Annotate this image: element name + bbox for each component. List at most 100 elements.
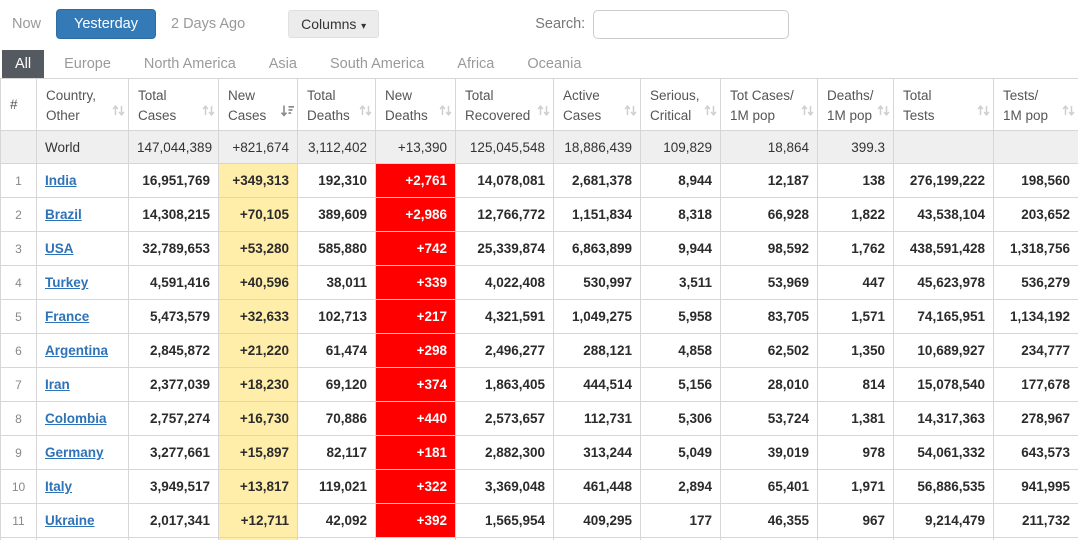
value-cell: 2,017,341 bbox=[128, 503, 219, 538]
value-cell: 2,757,274 bbox=[128, 401, 219, 436]
table-row: 5 France 5,473,579 +32,633 102,713 +217 4,321,… bbox=[0, 299, 1078, 334]
sort-toggle-icon bbox=[877, 103, 890, 123]
value-cell: 70,886 bbox=[297, 401, 376, 436]
country-link[interactable]: Argentina bbox=[45, 343, 108, 358]
country-cell: Iran bbox=[36, 367, 129, 402]
value-cell: +349,313 bbox=[218, 163, 298, 198]
country-cell: Italy bbox=[36, 469, 129, 504]
search-label: Search: bbox=[535, 16, 586, 32]
country-cell: Argentina bbox=[36, 333, 129, 368]
now-button[interactable]: Now bbox=[2, 10, 51, 38]
col-header-total-cases[interactable]: Total Cases bbox=[128, 78, 219, 131]
value-cell: 643,573 bbox=[993, 435, 1078, 470]
table-row: 2 Brazil 14,308,215 +70,105 389,609 +2,986 12,… bbox=[0, 197, 1078, 232]
country-link[interactable]: France bbox=[45, 309, 89, 324]
sort-toggle-icon bbox=[537, 103, 550, 123]
value-cell: 46,355 bbox=[720, 503, 818, 538]
sort-toggle-icon bbox=[977, 103, 990, 123]
country-link[interactable]: Colombia bbox=[45, 411, 107, 426]
value-cell: 438,591,428 bbox=[893, 231, 994, 266]
col-header-total-tests[interactable]: Total Tests bbox=[893, 78, 994, 131]
value-cell: +16,730 bbox=[218, 401, 298, 436]
tab-all[interactable]: All bbox=[2, 50, 45, 78]
value-cell: 98,592 bbox=[720, 231, 818, 266]
value-cell: 62,502 bbox=[720, 333, 818, 368]
value-cell: 12,766,772 bbox=[455, 197, 554, 232]
country-link[interactable]: Ukraine bbox=[45, 513, 95, 528]
value-cell: 42,092 bbox=[297, 503, 376, 538]
value-cell: 3,369,048 bbox=[455, 469, 554, 504]
value-cell: 1,134,192 bbox=[993, 299, 1078, 334]
value-cell: 119,021 bbox=[297, 469, 376, 504]
value-cell: 967 bbox=[817, 503, 894, 538]
table-row: 10 Italy 3,949,517 +13,817 119,021 +322 3,369,… bbox=[0, 469, 1078, 504]
country-link[interactable]: Brazil bbox=[45, 207, 82, 222]
sort-descending-icon bbox=[280, 103, 294, 123]
two-days-ago-button[interactable]: 2 Days Ago bbox=[161, 10, 255, 38]
tab-south-america[interactable]: South America bbox=[317, 50, 437, 78]
header-row: # Country, Other Total Cases New Cases Total Dea… bbox=[0, 78, 1078, 131]
col-header-tests-1m-pop[interactable]: Tests/1M pop bbox=[993, 78, 1078, 131]
tab-asia[interactable]: Asia bbox=[256, 50, 310, 78]
country-link[interactable]: India bbox=[45, 173, 77, 188]
country-link[interactable]: Italy bbox=[45, 479, 72, 494]
value-cell: 56,886,535 bbox=[893, 469, 994, 504]
tab-africa[interactable]: Africa bbox=[444, 50, 507, 78]
value-cell: +339 bbox=[375, 265, 456, 300]
country-link[interactable]: Iran bbox=[45, 377, 70, 392]
country-link[interactable]: Turkey bbox=[45, 275, 88, 290]
sort-toggle-icon bbox=[801, 103, 814, 123]
value-cell: +70,105 bbox=[218, 197, 298, 232]
country-link[interactable]: Germany bbox=[45, 445, 104, 460]
country-cell: Brazil bbox=[36, 197, 129, 232]
tab-north-america[interactable]: North America bbox=[131, 50, 249, 78]
col-header-tot-cases-1m-pop[interactable]: Tot Cases/1M pop bbox=[720, 78, 818, 131]
tab-oceania[interactable]: Oceania bbox=[514, 50, 594, 78]
toolbar: Now Yesterday 2 Days Ago Columns ▾ Searc… bbox=[0, 0, 1078, 46]
country-cell: USA bbox=[36, 231, 129, 266]
rank-cell: 5 bbox=[0, 299, 37, 334]
col-header-label: Tests/ bbox=[1003, 88, 1039, 103]
col-header-label: Total bbox=[903, 88, 932, 103]
value-cell: 278,967 bbox=[993, 401, 1078, 436]
search-group: Search: bbox=[535, 9, 790, 39]
world-value-cell bbox=[993, 130, 1078, 164]
col-header-label: Deaths bbox=[385, 107, 428, 123]
col-header-new-deaths[interactable]: New Deaths bbox=[375, 78, 456, 131]
col-header-country-other[interactable]: Country, Other bbox=[36, 78, 129, 131]
value-cell: 16,951,769 bbox=[128, 163, 219, 198]
value-cell: 2,377,039 bbox=[128, 367, 219, 402]
table-row: 1 India 16,951,769 +349,313 192,310 +2,761 14,… bbox=[0, 163, 1078, 198]
value-cell: 313,244 bbox=[553, 435, 641, 470]
value-cell: 5,473,579 bbox=[128, 299, 219, 334]
search-input[interactable] bbox=[593, 9, 790, 39]
value-cell: +374 bbox=[375, 367, 456, 402]
value-cell: 234,777 bbox=[993, 333, 1078, 368]
col-header-total-recovered[interactable]: Total Recovered bbox=[455, 78, 554, 131]
value-cell: 53,969 bbox=[720, 265, 818, 300]
rank-cell: 6 bbox=[0, 333, 37, 368]
tab-europe[interactable]: Europe bbox=[51, 50, 124, 78]
value-cell: 5,156 bbox=[640, 367, 721, 402]
value-cell: 4,321,591 bbox=[455, 299, 554, 334]
col-header-label: Deaths bbox=[307, 107, 350, 123]
value-cell: 66,928 bbox=[720, 197, 818, 232]
country-cell: France bbox=[36, 299, 129, 334]
col-header-new-cases[interactable]: New Cases bbox=[218, 78, 298, 131]
col-header-active-cases[interactable]: Active Cases bbox=[553, 78, 641, 131]
value-cell: 276,199,222 bbox=[893, 163, 994, 198]
value-cell: 461,448 bbox=[553, 469, 641, 504]
yesterday-button[interactable]: Yesterday bbox=[56, 9, 156, 39]
value-cell: 814 bbox=[817, 367, 894, 402]
columns-dropdown-button[interactable]: Columns ▾ bbox=[288, 10, 380, 38]
country-link[interactable]: USA bbox=[45, 241, 74, 256]
caret-down-icon: ▾ bbox=[358, 21, 367, 32]
col-header-serious-critical[interactable]: Serious, Critical bbox=[640, 78, 721, 131]
value-cell: 2,681,378 bbox=[553, 163, 641, 198]
col-header-label: 1M pop bbox=[1003, 107, 1049, 123]
col-header-total-deaths[interactable]: Total Deaths bbox=[297, 78, 376, 131]
col-header-deaths-1m-pop[interactable]: Deaths/1M pop bbox=[817, 78, 894, 131]
value-cell: 211,732 bbox=[993, 503, 1078, 538]
sort-toggle-icon bbox=[112, 103, 125, 123]
value-cell: +322 bbox=[375, 469, 456, 504]
